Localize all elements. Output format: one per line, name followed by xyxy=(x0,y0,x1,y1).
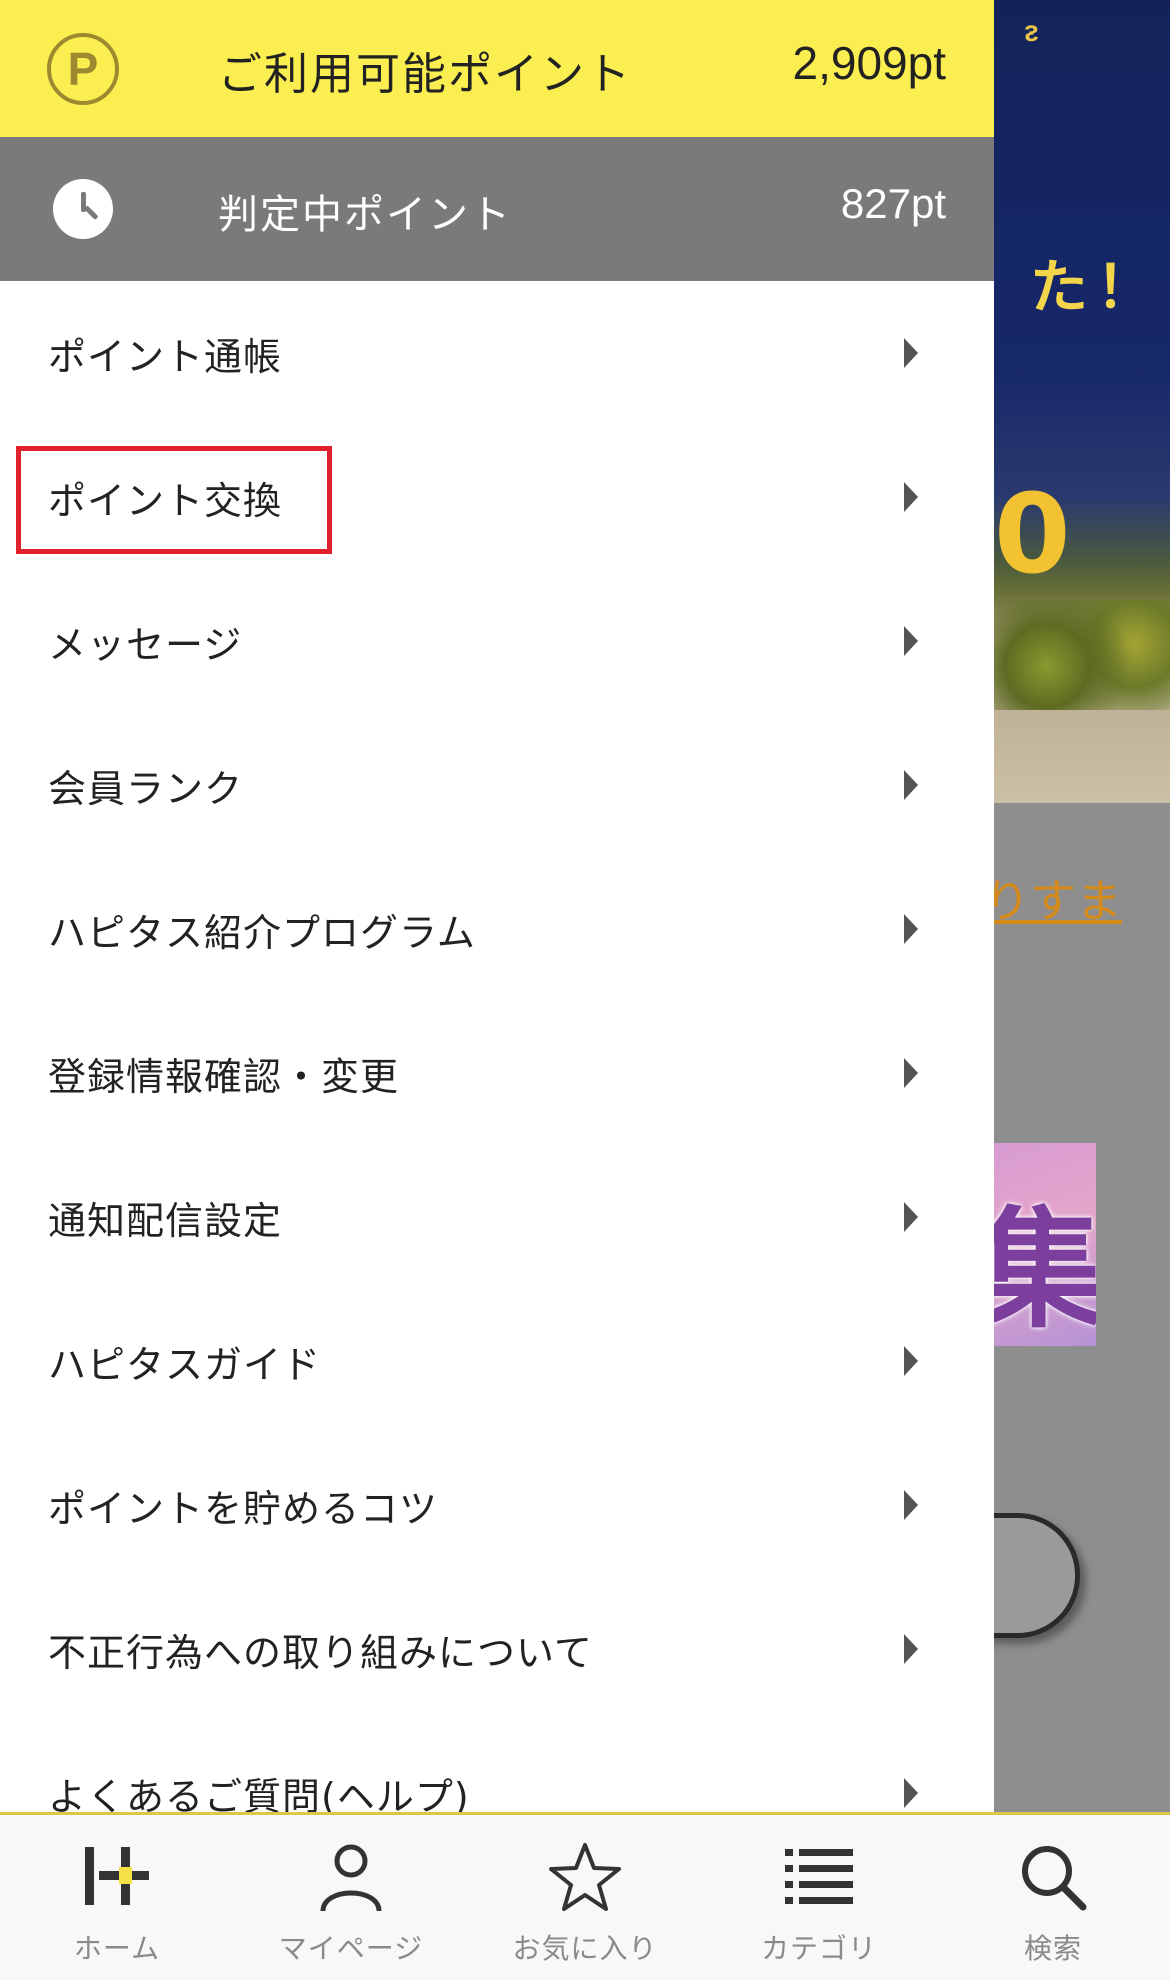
bottom-tab-bar: ホーム マイページ お気に入り カテゴリ 検索 xyxy=(0,1812,1170,1980)
background-page: ᴤ た！ 0 りすま 集 xyxy=(994,0,1170,1812)
tab-label: お気に入り xyxy=(512,1932,658,1965)
menu-item-label: 不正行為への取り組みについて xyxy=(48,1631,593,1675)
menu-item-label: 通知配信設定 xyxy=(48,1199,283,1243)
tab-favorites[interactable]: お気に入り xyxy=(468,1815,702,1980)
chevron-right-icon xyxy=(904,1490,918,1520)
points-icon: P xyxy=(47,33,119,105)
menu-item-label: ポイント通帳 xyxy=(48,335,283,379)
menu-item-referral-program[interactable]: ハピタス紹介プログラム xyxy=(0,857,994,1001)
background-link[interactable]: りすま xyxy=(994,865,1122,931)
chevron-right-icon xyxy=(904,914,918,944)
menu-item-label: ハピタス紹介プログラム xyxy=(48,911,476,955)
banner-number: 0 xyxy=(994,470,1071,598)
menu-item-saving-tips[interactable]: ポイントを貯めるコツ xyxy=(0,1433,994,1577)
tab-mypage[interactable]: マイページ xyxy=(234,1815,468,1980)
menu-item-messages[interactable]: メッセージ xyxy=(0,569,994,713)
tab-search[interactable]: 検索 xyxy=(936,1815,1170,1980)
menu-item-label: メッセージ xyxy=(48,623,243,667)
menu-item-label: よくあるご質問(ヘルプ) xyxy=(48,1775,470,1812)
menu-item-faq[interactable]: よくあるご質問(ヘルプ) xyxy=(0,1721,994,1812)
chevron-right-icon xyxy=(904,1058,918,1088)
banner-foliage xyxy=(994,600,1170,710)
menu-item-label: ポイントを貯めるコツ xyxy=(48,1487,439,1531)
tab-label: ホーム xyxy=(73,1932,161,1965)
tab-label: 検索 xyxy=(1023,1932,1082,1965)
tab-category[interactable]: カテゴリ xyxy=(702,1815,936,1980)
pending-points-value: 827pt xyxy=(840,180,946,227)
banner-top-text: ᴤ xyxy=(1024,14,1039,49)
clock-icon xyxy=(53,179,113,239)
side-drawer: P ご利用可能ポイント 2,909pt 判定中ポイント 827pt ポイント通帳… xyxy=(0,0,994,1812)
chevron-right-icon xyxy=(904,1778,918,1808)
background-banner[interactable]: ᴤ た！ 0 xyxy=(994,0,1170,803)
menu-item-notification-settings[interactable]: 通知配信設定 xyxy=(0,1145,994,1289)
menu-item-member-rank[interactable]: 会員ランク xyxy=(0,713,994,857)
chevron-right-icon xyxy=(904,482,918,512)
menu-item-fraud-policy[interactable]: 不正行為への取り組みについて xyxy=(0,1577,994,1721)
menu-item-label: 会員ランク xyxy=(48,767,244,811)
background-pill-button[interactable] xyxy=(994,1513,1080,1638)
tab-label: カテゴリ xyxy=(760,1932,877,1965)
menu-item-label: 登録情報確認・変更 xyxy=(48,1055,400,1099)
tab-label: マイページ xyxy=(278,1932,424,1965)
pending-points-label: 判定中ポイント xyxy=(218,192,512,238)
highlight-box xyxy=(16,446,332,554)
available-points-value: 2,909pt xyxy=(792,37,946,89)
menu-item-label: ハピタスガイド xyxy=(48,1343,322,1387)
menu-item-guide[interactable]: ハピタスガイド xyxy=(0,1289,994,1433)
menu-item-account-settings[interactable]: 登録情報確認・変更 xyxy=(0,1001,994,1145)
list-icon xyxy=(785,1849,853,1904)
banner-headline: た！ xyxy=(1030,253,1163,321)
tab-home[interactable]: ホーム xyxy=(0,1815,234,1980)
chevron-right-icon xyxy=(904,1202,918,1232)
search-icon xyxy=(1022,1846,1087,1911)
available-points-bar[interactable]: P ご利用可能ポイント 2,909pt xyxy=(0,0,994,137)
chevron-right-icon xyxy=(904,1346,918,1376)
promo-char: 集 xyxy=(994,1194,1096,1346)
star-icon xyxy=(549,1843,621,1911)
chevron-right-icon xyxy=(904,626,918,656)
chevron-right-icon xyxy=(904,770,918,800)
chevron-right-icon xyxy=(904,1634,918,1664)
chevron-right-icon xyxy=(904,338,918,368)
person-icon xyxy=(320,1844,382,1912)
background-promo-banner[interactable]: 集 xyxy=(994,1143,1096,1346)
pending-points-bar[interactable]: 判定中ポイント 827pt xyxy=(0,137,994,281)
available-points-label: ご利用可能ポイント xyxy=(218,49,632,100)
menu-item-point-passbook[interactable]: ポイント通帳 xyxy=(0,281,994,425)
home-logo-icon xyxy=(85,1847,149,1905)
